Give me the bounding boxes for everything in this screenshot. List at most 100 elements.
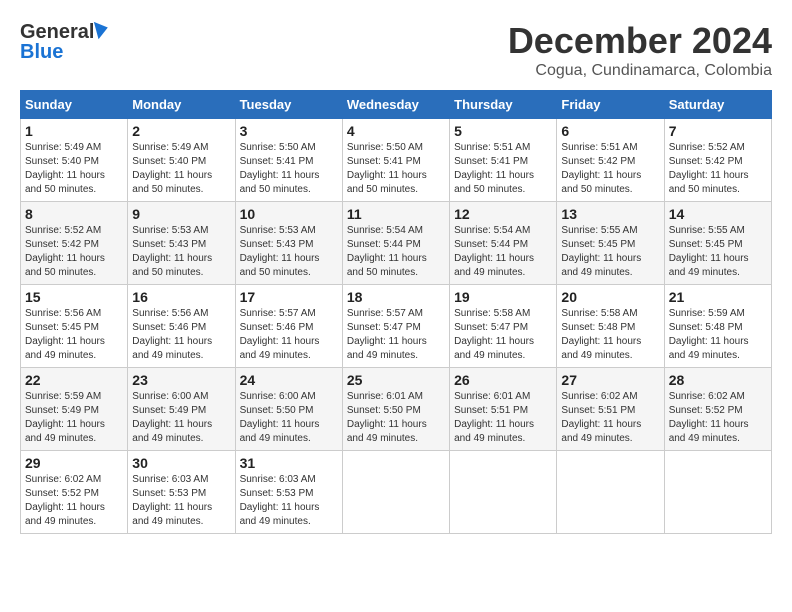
calendar-cell: 10 Sunrise: 5:53 AMSunset: 5:43 PMDayligh… <box>235 202 342 285</box>
calendar-cell <box>342 451 449 534</box>
day-info: Sunrise: 5:57 AMSunset: 5:47 PMDaylight:… <box>347 307 445 363</box>
calendar-cell: 5 Sunrise: 5:51 AMSunset: 5:41 PMDaylight… <box>450 119 557 202</box>
day-number: 4 <box>347 123 445 139</box>
day-info: Sunrise: 5:53 AMSunset: 5:43 PMDaylight:… <box>132 224 230 280</box>
day-info: Sunrise: 5:55 AMSunset: 5:45 PMDaylight:… <box>561 224 659 280</box>
day-number: 8 <box>25 206 123 222</box>
col-thursday: Thursday <box>450 91 557 119</box>
calendar-cell: 16 Sunrise: 5:56 AMSunset: 5:46 PMDayligh… <box>128 285 235 368</box>
day-info: Sunrise: 5:49 AMSunset: 5:40 PMDaylight:… <box>132 141 230 197</box>
day-number: 12 <box>454 206 552 222</box>
header-row: Sunday Monday Tuesday Wednesday Thursday… <box>21 91 772 119</box>
day-number: 1 <box>25 123 123 139</box>
day-info: Sunrise: 5:55 AMSunset: 5:45 PMDaylight:… <box>669 224 767 280</box>
day-info: Sunrise: 5:57 AMSunset: 5:46 PMDaylight:… <box>240 307 338 363</box>
day-number: 16 <box>132 289 230 305</box>
day-info: Sunrise: 6:02 AMSunset: 5:52 PMDaylight:… <box>669 390 767 446</box>
calendar-body: 1 Sunrise: 5:49 AMSunset: 5:40 PMDaylight… <box>21 119 772 534</box>
day-number: 25 <box>347 372 445 388</box>
day-number: 28 <box>669 372 767 388</box>
calendar-cell: 13 Sunrise: 5:55 AMSunset: 5:45 PMDayligh… <box>557 202 664 285</box>
calendar-cell: 9 Sunrise: 5:53 AMSunset: 5:43 PMDaylight… <box>128 202 235 285</box>
day-info: Sunrise: 5:59 AMSunset: 5:49 PMDaylight:… <box>25 390 123 446</box>
day-info: Sunrise: 5:56 AMSunset: 5:45 PMDaylight:… <box>25 307 123 363</box>
day-info: Sunrise: 5:58 AMSunset: 5:47 PMDaylight:… <box>454 307 552 363</box>
day-info: Sunrise: 5:51 AMSunset: 5:41 PMDaylight:… <box>454 141 552 197</box>
page-title: December 2024 <box>508 20 772 62</box>
day-info: Sunrise: 6:01 AMSunset: 5:51 PMDaylight:… <box>454 390 552 446</box>
page-subtitle: Cogua, Cundinamarca, Colombia <box>508 62 772 80</box>
logo-general: General <box>20 21 94 43</box>
day-number: 24 <box>240 372 338 388</box>
day-info: Sunrise: 6:02 AMSunset: 5:51 PMDaylight:… <box>561 390 659 446</box>
col-sunday: Sunday <box>21 91 128 119</box>
calendar-cell: 26 Sunrise: 6:01 AMSunset: 5:51 PMDayligh… <box>450 368 557 451</box>
day-number: 15 <box>25 289 123 305</box>
day-number: 3 <box>240 123 338 139</box>
calendar-week-row: 1 Sunrise: 5:49 AMSunset: 5:40 PMDaylight… <box>21 119 772 202</box>
calendar-cell: 29 Sunrise: 6:02 AMSunset: 5:52 PMDayligh… <box>21 451 128 534</box>
col-wednesday: Wednesday <box>342 91 449 119</box>
day-info: Sunrise: 5:50 AMSunset: 5:41 PMDaylight:… <box>347 141 445 197</box>
calendar-cell: 12Sunrise: 5:54 AMSunset: 5:44 PMDayligh… <box>450 202 557 285</box>
calendar-cell: 18Sunrise: 5:57 AMSunset: 5:47 PMDayligh… <box>342 285 449 368</box>
day-number: 21 <box>669 289 767 305</box>
day-number: 13 <box>561 206 659 222</box>
calendar-cell: 23 Sunrise: 6:00 AMSunset: 5:49 PMDayligh… <box>128 368 235 451</box>
day-info: Sunrise: 5:54 AMSunset: 5:44 PMDaylight:… <box>347 224 445 280</box>
day-number: 19 <box>454 289 552 305</box>
col-saturday: Saturday <box>664 91 771 119</box>
day-info: Sunrise: 5:56 AMSunset: 5:46 PMDaylight:… <box>132 307 230 363</box>
calendar-cell <box>557 451 664 534</box>
calendar-cell: 15 Sunrise: 5:56 AMSunset: 5:45 PMDayligh… <box>21 285 128 368</box>
day-number: 22 <box>25 372 123 388</box>
calendar-week-row: 22 Sunrise: 5:59 AMSunset: 5:49 PMDayligh… <box>21 368 772 451</box>
day-number: 26 <box>454 372 552 388</box>
day-number: 17 <box>240 289 338 305</box>
day-number: 29 <box>25 455 123 471</box>
calendar-week-row: 15 Sunrise: 5:56 AMSunset: 5:45 PMDayligh… <box>21 285 772 368</box>
header: General Blue December 2024 Cogua, Cundin… <box>20 20 772 80</box>
day-info: Sunrise: 6:01 AMSunset: 5:50 PMDaylight:… <box>347 390 445 446</box>
col-monday: Monday <box>128 91 235 119</box>
calendar-cell: 30 Sunrise: 6:03 AMSunset: 5:53 PMDayligh… <box>128 451 235 534</box>
calendar-header: Sunday Monday Tuesday Wednesday Thursday… <box>21 91 772 119</box>
day-info: Sunrise: 5:51 AMSunset: 5:42 PMDaylight:… <box>561 141 659 197</box>
calendar-cell: 2Sunrise: 5:49 AMSunset: 5:40 PMDaylight… <box>128 119 235 202</box>
calendar-cell: 7 Sunrise: 5:52 AMSunset: 5:42 PMDaylight… <box>664 119 771 202</box>
calendar-cell: 25 Sunrise: 6:01 AMSunset: 5:50 PMDayligh… <box>342 368 449 451</box>
day-info: Sunrise: 6:02 AMSunset: 5:52 PMDaylight:… <box>25 473 123 529</box>
logo-blue: Blue <box>20 41 63 63</box>
day-number: 5 <box>454 123 552 139</box>
logo: General Blue <box>20 20 108 63</box>
day-number: 6 <box>561 123 659 139</box>
calendar-cell: 27 Sunrise: 6:02 AMSunset: 5:51 PMDayligh… <box>557 368 664 451</box>
day-info: Sunrise: 5:58 AMSunset: 5:48 PMDaylight:… <box>561 307 659 363</box>
calendar-cell: 28 Sunrise: 6:02 AMSunset: 5:52 PMDayligh… <box>664 368 771 451</box>
calendar-cell: 31 Sunrise: 6:03 AMSunset: 5:53 PMDayligh… <box>235 451 342 534</box>
day-info: Sunrise: 5:52 AMSunset: 5:42 PMDaylight:… <box>669 141 767 197</box>
col-friday: Friday <box>557 91 664 119</box>
calendar-cell: 11Sunrise: 5:54 AMSunset: 5:44 PMDayligh… <box>342 202 449 285</box>
day-number: 7 <box>669 123 767 139</box>
calendar-cell: 6 Sunrise: 5:51 AMSunset: 5:42 PMDaylight… <box>557 119 664 202</box>
calendar-cell: 22 Sunrise: 5:59 AMSunset: 5:49 PMDayligh… <box>21 368 128 451</box>
col-tuesday: Tuesday <box>235 91 342 119</box>
day-number: 9 <box>132 206 230 222</box>
day-info: Sunrise: 6:03 AMSunset: 5:53 PMDaylight:… <box>132 473 230 529</box>
day-number: 30 <box>132 455 230 471</box>
calendar-cell: 14 Sunrise: 5:55 AMSunset: 5:45 PMDayligh… <box>664 202 771 285</box>
calendar-cell: 1Sunrise: 5:49 AMSunset: 5:40 PMDaylight… <box>21 119 128 202</box>
day-number: 14 <box>669 206 767 222</box>
day-number: 10 <box>240 206 338 222</box>
day-info: Sunrise: 5:59 AMSunset: 5:48 PMDaylight:… <box>669 307 767 363</box>
day-number: 23 <box>132 372 230 388</box>
day-number: 31 <box>240 455 338 471</box>
day-info: Sunrise: 6:00 AMSunset: 5:49 PMDaylight:… <box>132 390 230 446</box>
calendar-cell: 17 Sunrise: 5:57 AMSunset: 5:46 PMDayligh… <box>235 285 342 368</box>
calendar-cell: 8Sunrise: 5:52 AMSunset: 5:42 PMDaylight… <box>21 202 128 285</box>
calendar-cell <box>664 451 771 534</box>
day-info: Sunrise: 6:03 AMSunset: 5:53 PMDaylight:… <box>240 473 338 529</box>
day-info: Sunrise: 5:53 AMSunset: 5:43 PMDaylight:… <box>240 224 338 280</box>
day-number: 27 <box>561 372 659 388</box>
